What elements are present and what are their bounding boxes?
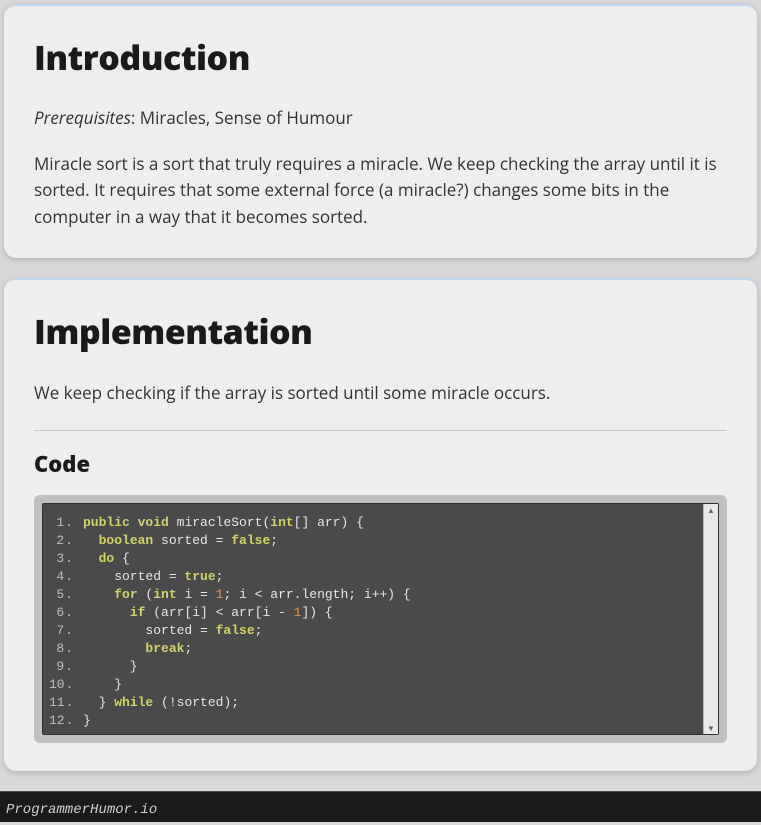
code-vertical-scrollbar[interactable]: ▲ ▼	[703, 504, 718, 734]
code-line: 1public void miracleSort(int[] arr) {	[49, 514, 712, 532]
prerequisites-line: Prerequisites: Miracles, Sense of Humour	[34, 106, 727, 129]
code-text: }	[83, 658, 138, 676]
code-heading: Code	[34, 449, 727, 479]
code-text: } while (!sorted);	[83, 694, 239, 712]
code-line: 8 break;	[49, 640, 712, 658]
code-text: for (int i = 1; i < arr.length; i++) {	[83, 586, 411, 604]
code-text: boolean sorted = false;	[83, 532, 278, 550]
code-line: 9 }	[49, 658, 712, 676]
code-text: }	[83, 676, 122, 694]
line-number: 8	[49, 640, 83, 658]
prerequisites-label: Prerequisites	[34, 106, 131, 129]
code-block-frame: 1public void miracleSort(int[] arr) {2 b…	[34, 495, 727, 743]
line-number: 4	[49, 568, 83, 586]
code-text: sorted = true;	[83, 568, 223, 586]
introduction-body: Miracle sort is a sort that truly requir…	[34, 151, 727, 230]
implementation-body: We keep checking if the array is sorted …	[34, 380, 727, 406]
line-number: 12	[49, 712, 83, 730]
line-number: 3	[49, 550, 83, 568]
code-line: 3 do {	[49, 550, 712, 568]
prerequisites-value: : Miracles, Sense of Humour	[131, 106, 353, 129]
code-line: 12}	[49, 712, 712, 730]
code-line: 6 if (arr[i] < arr[i - 1]) {	[49, 604, 712, 622]
code-line: 2 boolean sorted = false;	[49, 532, 712, 550]
code-line: 4 sorted = true;	[49, 568, 712, 586]
scroll-up-icon[interactable]: ▲	[704, 504, 718, 516]
line-number: 6	[49, 604, 83, 622]
line-number: 7	[49, 622, 83, 640]
line-number: 5	[49, 586, 83, 604]
introduction-heading: Introduction	[34, 34, 727, 80]
section-divider	[34, 430, 727, 431]
code-text: break;	[83, 640, 192, 658]
line-number: 2	[49, 532, 83, 550]
implementation-card: Implementation We keep checking if the a…	[4, 278, 757, 771]
footer-watermark-text: ProgrammerHumor.io	[6, 802, 157, 818]
line-number: 11	[49, 694, 83, 712]
introduction-card: Introduction Prerequisites: Miracles, Se…	[4, 4, 757, 258]
code-block[interactable]: 1public void miracleSort(int[] arr) {2 b…	[42, 503, 719, 735]
line-number: 1	[49, 514, 83, 532]
code-text: }	[83, 712, 91, 730]
line-number: 10	[49, 676, 83, 694]
footer-watermark-bar: ProgrammerHumor.io	[0, 791, 761, 822]
code-text: do {	[83, 550, 130, 568]
code-line: 7 sorted = false;	[49, 622, 712, 640]
code-text: if (arr[i] < arr[i - 1]) {	[83, 604, 333, 622]
code-text: sorted = false;	[83, 622, 262, 640]
line-number: 9	[49, 658, 83, 676]
implementation-heading: Implementation	[34, 308, 727, 354]
scroll-down-icon[interactable]: ▼	[704, 722, 718, 734]
code-line: 10 }	[49, 676, 712, 694]
code-line: 5 for (int i = 1; i < arr.length; i++) {	[49, 586, 712, 604]
code-text: public void miracleSort(int[] arr) {	[83, 514, 364, 532]
code-line: 11 } while (!sorted);	[49, 694, 712, 712]
